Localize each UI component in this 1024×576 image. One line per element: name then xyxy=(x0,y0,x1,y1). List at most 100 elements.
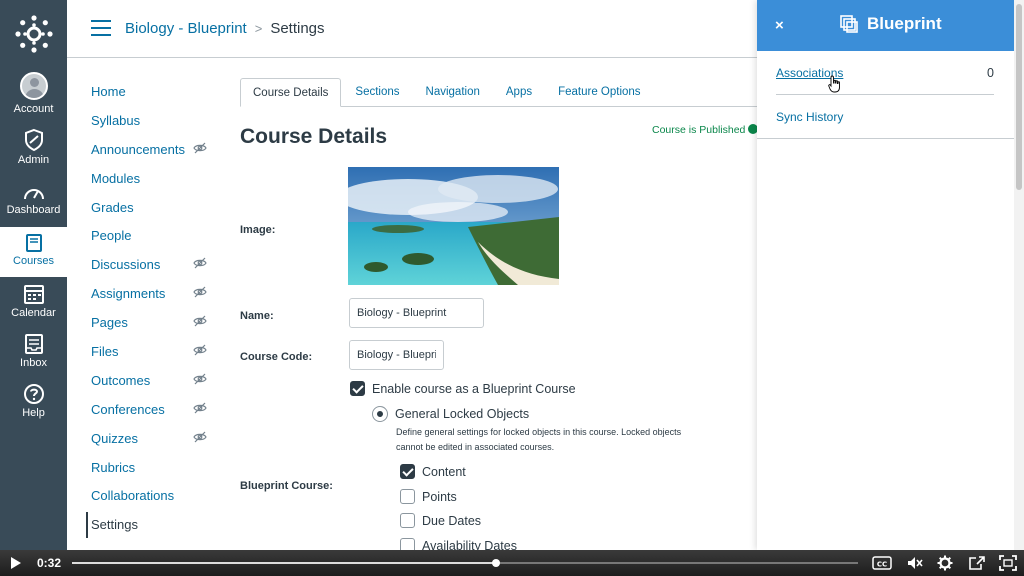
course-nav-label: Conferences xyxy=(91,401,165,417)
hidden-eye-icon xyxy=(193,344,207,356)
fullscreen-icon[interactable] xyxy=(999,555,1017,571)
course-nav-label: Collaborations xyxy=(91,488,175,504)
course-nav-label: Outcomes xyxy=(91,372,151,388)
help-icon xyxy=(23,384,44,404)
global-nav-label: Help xyxy=(22,407,45,419)
breadcrumb-course-link[interactable]: Biology - Blueprint xyxy=(125,20,247,37)
tab-feature-options[interactable]: Feature Options xyxy=(546,78,652,107)
page-scrollbar[interactable] xyxy=(1014,0,1024,550)
image-label: Image: xyxy=(240,224,276,236)
hidden-eye-icon xyxy=(193,286,207,298)
general-locked-radio[interactable] xyxy=(372,406,388,422)
mute-icon[interactable] xyxy=(906,555,924,571)
global-nav-label: Account xyxy=(13,103,54,115)
global-nav-courses[interactable]: Courses xyxy=(0,227,67,277)
course-nav-item-outcomes[interactable]: Outcomes xyxy=(91,371,221,400)
hidden-eye-icon xyxy=(193,402,207,414)
global-nav-dashboard[interactable]: Dashboard xyxy=(0,184,67,232)
tab-apps[interactable]: Apps xyxy=(494,78,544,107)
course-nav-item-grades[interactable]: Grades xyxy=(91,198,221,227)
calendar-icon xyxy=(23,285,44,304)
course-code-input[interactable] xyxy=(349,340,444,370)
course-nav-item-modules[interactable]: Modules xyxy=(91,169,221,198)
lock-option-label: Content xyxy=(422,465,466,479)
course-nav-item-pages[interactable]: Pages xyxy=(91,313,221,342)
global-nav-help[interactable]: Help xyxy=(0,383,67,431)
published-status-text: Course is Published xyxy=(652,124,746,136)
global-nav-label: Dashboard xyxy=(6,204,61,216)
lock-due-dates-checkbox[interactable] xyxy=(400,513,415,528)
lock-points-checkbox[interactable] xyxy=(400,489,415,504)
progress-fill xyxy=(72,562,497,564)
blueprint-checkbox-label: Enable course as a Blueprint Course xyxy=(372,382,576,396)
captions-icon[interactable]: CC xyxy=(872,555,892,571)
breadcrumb: Biology - Blueprint > Settings xyxy=(125,20,325,37)
course-nav-label: Home xyxy=(91,84,126,99)
course-nav-label: Settings xyxy=(91,517,138,533)
hidden-eye-icon xyxy=(193,431,207,443)
canvas-logo-icon[interactable] xyxy=(14,14,54,54)
course-nav-item-quizzes[interactable]: Quizzes xyxy=(91,429,221,458)
blueprint-tray: × Blueprint Associations 0 Sync History xyxy=(757,0,1014,550)
associations-row: Associations 0 xyxy=(776,66,994,80)
course-nav-item-conferences[interactable]: Conferences xyxy=(91,400,221,429)
course-nav-item-home[interactable]: Home xyxy=(91,82,221,111)
divider xyxy=(776,94,994,95)
avatar xyxy=(19,72,48,100)
course-nav-label: Announcements xyxy=(91,141,185,157)
close-icon[interactable]: × xyxy=(775,17,784,34)
hidden-eye-icon xyxy=(193,257,207,269)
course-nav-item-discussions[interactable]: Discussions xyxy=(91,255,221,284)
global-nav-label: Admin xyxy=(17,154,50,166)
tab-course-details[interactable]: Course Details xyxy=(240,78,342,107)
global-nav-calendar[interactable]: Calendar xyxy=(0,283,67,331)
tray-header: × Blueprint xyxy=(757,0,1014,51)
hidden-eye-icon xyxy=(193,373,207,385)
tab-navigation[interactable]: Navigation xyxy=(414,78,492,107)
progress-track[interactable] xyxy=(72,559,858,567)
global-nav-label: Inbox xyxy=(20,357,47,369)
blueprint-checkbox[interactable] xyxy=(350,381,365,396)
hidden-eye-icon xyxy=(193,142,207,154)
global-nav-label: Courses xyxy=(13,255,54,267)
sync-history-link[interactable]: Sync History xyxy=(776,110,843,124)
published-status: Course is Published xyxy=(652,124,759,136)
course-nav-label: Grades xyxy=(91,199,134,215)
inbox-icon xyxy=(24,334,43,354)
lock-content-checkbox[interactable] xyxy=(400,464,415,479)
scrollbar-thumb[interactable] xyxy=(1016,4,1022,190)
course-nav-label: Modules xyxy=(91,170,141,186)
course-nav-item-assignments[interactable]: Assignments xyxy=(91,284,221,313)
global-nav-label: Calendar xyxy=(11,307,56,319)
breadcrumb-separator: > xyxy=(254,21,263,36)
page-header: Biology - Blueprint > Settings xyxy=(67,0,757,58)
course-code-label: Course Code: xyxy=(240,351,313,363)
tray-title: Blueprint xyxy=(839,14,942,34)
hamburger-menu-icon[interactable] xyxy=(91,20,111,36)
share-icon[interactable] xyxy=(968,555,986,571)
course-nav-item-people[interactable]: People xyxy=(91,226,221,255)
tray-title-text: Blueprint xyxy=(867,14,942,33)
course-nav-item-syllabus[interactable]: Syllabus xyxy=(91,111,221,140)
course-nav-item-files[interactable]: Files xyxy=(91,342,221,371)
global-nav-inbox[interactable]: Inbox xyxy=(0,333,67,381)
course-nav-item-collaborations[interactable]: Collaborations xyxy=(91,486,221,515)
global-nav-account[interactable]: Account xyxy=(0,72,67,120)
settings-tabs: Course Details Sections Navigation Apps Feat… xyxy=(240,78,760,107)
tab-sections[interactable]: Sections xyxy=(343,78,411,107)
course-nav-item-settings[interactable]: Settings xyxy=(86,512,221,544)
name-label: Name: xyxy=(240,310,274,322)
hand-cursor-icon xyxy=(828,75,840,93)
dashboard-icon xyxy=(23,189,44,200)
general-locked-description: Define general settings for locked objec… xyxy=(396,427,682,452)
course-name-input[interactable] xyxy=(349,298,484,328)
settings-gear-icon[interactable] xyxy=(937,555,953,571)
progress-knob[interactable] xyxy=(492,559,501,567)
general-locked-label: General Locked Objects xyxy=(395,407,530,421)
course-image[interactable] xyxy=(348,167,559,285)
course-nav-item-rubrics[interactable]: Rubrics xyxy=(91,458,221,487)
lock-option-label: Points xyxy=(422,490,457,504)
course-nav-item-announcements[interactable]: Announcements xyxy=(91,140,221,169)
global-nav-admin[interactable]: Admin xyxy=(0,128,67,176)
play-icon[interactable] xyxy=(11,557,21,569)
